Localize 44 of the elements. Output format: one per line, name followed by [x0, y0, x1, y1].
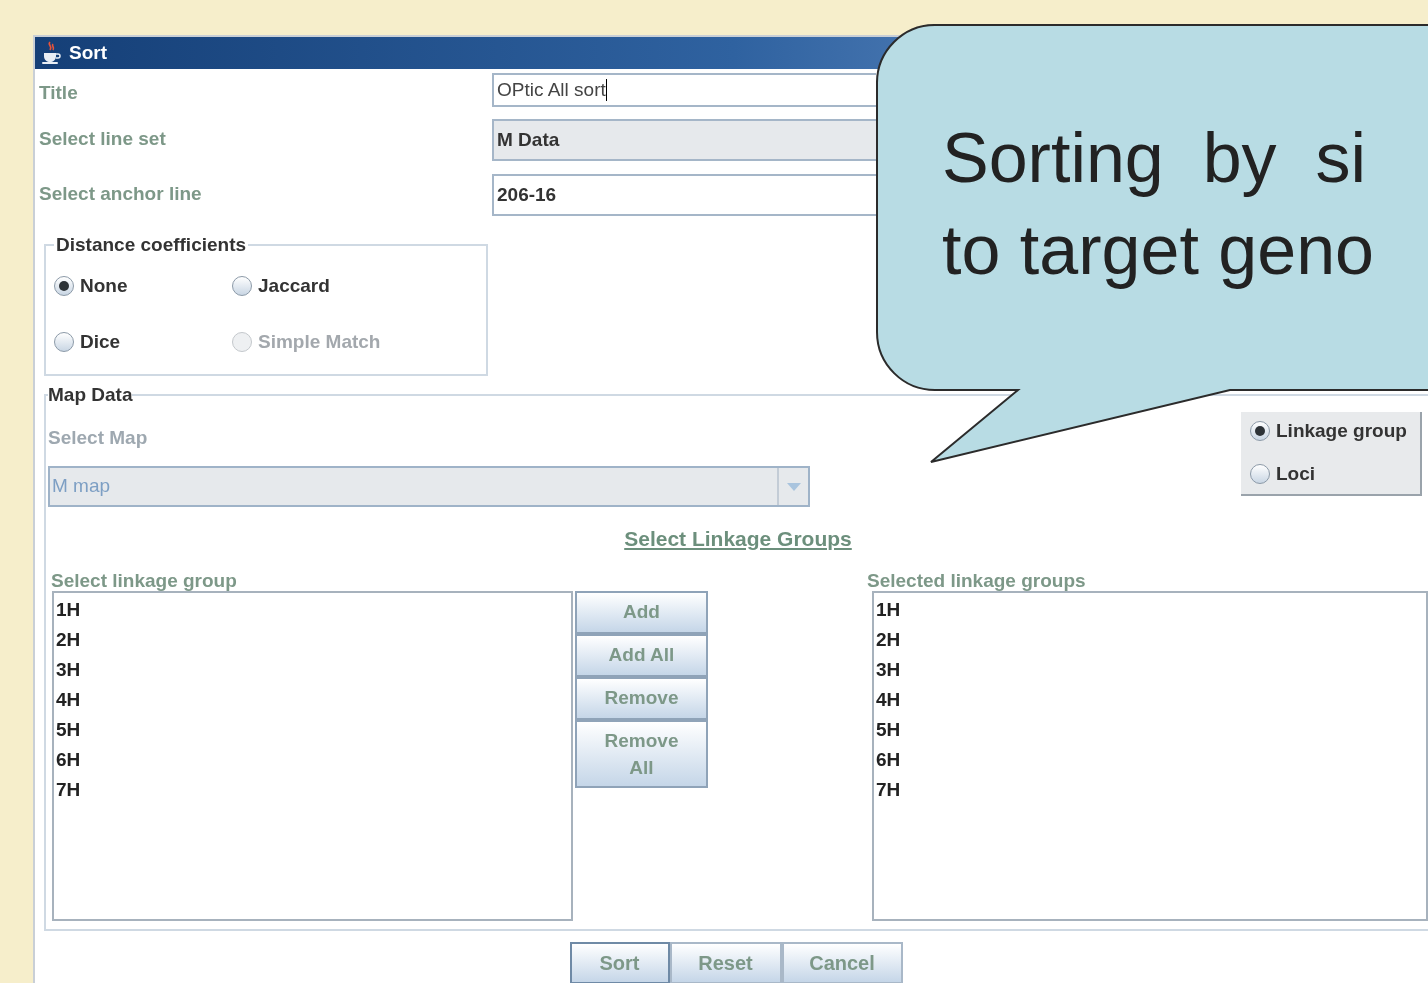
radio-label: None	[80, 273, 128, 298]
list-item[interactable]: 3H	[876, 654, 1426, 685]
section-heading: Select Linkage Groups	[624, 526, 852, 552]
list-item[interactable]: 7H	[876, 774, 1426, 805]
radio-button[interactable]	[1250, 421, 1270, 442]
list-item[interactable]: 4H	[876, 684, 1426, 715]
list-label: Selected linkage groups	[867, 568, 1086, 591]
callout-text: to target geno	[942, 210, 1374, 291]
text-field[interactable]: 206-16	[492, 174, 876, 216]
radio-button[interactable]	[54, 275, 74, 296]
radio-button[interactable]	[1250, 463, 1270, 484]
radio-button[interactable]	[232, 275, 252, 296]
list-item[interactable]: 2H	[56, 624, 571, 655]
list-item[interactable]: 2H	[876, 624, 1426, 655]
coffee-cup-icon	[41, 41, 61, 65]
list-item[interactable]: 6H	[56, 744, 571, 775]
list-item[interactable]: 7H	[56, 774, 571, 805]
radio-label: Loci	[1276, 461, 1316, 486]
group-legend: Map Data	[48, 381, 133, 410]
field-label: Title	[39, 81, 79, 105]
field-label: Select anchor line	[39, 182, 203, 206]
text-field[interactable]: OPtic All sort	[492, 73, 876, 107]
window-title: Sort	[69, 40, 107, 65]
radio-label: Linkage group	[1276, 419, 1407, 443]
list-item[interactable]: 1H	[876, 594, 1426, 625]
dropdown[interactable]: M Data	[492, 119, 876, 161]
list-box[interactable]: 1H 2H 3H 4H 5H 6H 7H	[52, 590, 573, 921]
callout-text: Sorting by si	[942, 118, 1368, 199]
list-item[interactable]: 4H	[56, 684, 571, 715]
radio-button[interactable]	[54, 332, 74, 353]
dropdown-value: M map	[51, 474, 112, 499]
field-label: Select line set	[39, 127, 167, 151]
list-item[interactable]: 3H	[56, 654, 571, 685]
field-label: Select Map	[48, 425, 149, 450]
radio-label: Simple Match	[258, 330, 381, 354]
list-box[interactable]: 1H 2H 3H 4H 5H 6H 7H	[872, 590, 1428, 921]
list-item[interactable]: 6H	[876, 744, 1426, 775]
radio-label: Jaccard	[258, 273, 330, 298]
list-item[interactable]: 1H	[56, 594, 571, 625]
list-item[interactable]: 5H	[56, 714, 571, 745]
list-label: Select linkage group	[50, 568, 238, 591]
group-legend: Distance coefficients	[54, 231, 249, 260]
radio-label: Dice	[80, 330, 121, 354]
list-item[interactable]: 5H	[876, 714, 1426, 745]
